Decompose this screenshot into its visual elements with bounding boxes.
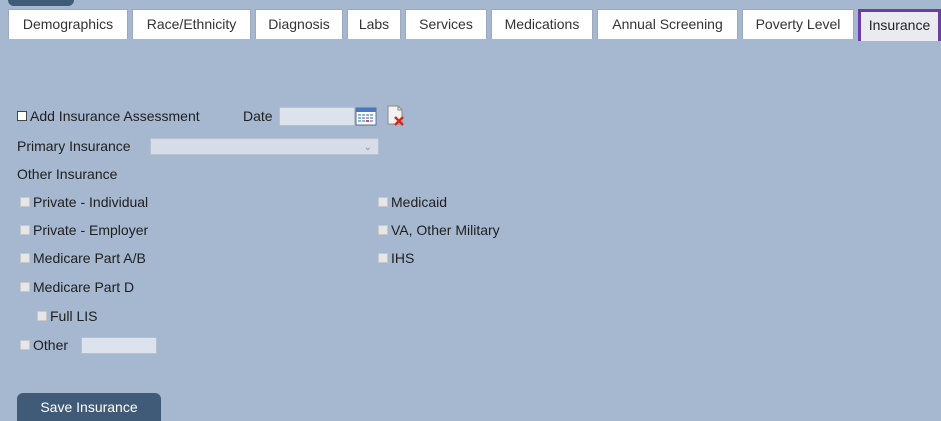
medicare-ab-checkbox[interactable] [20,253,30,264]
tab-race-ethnicity[interactable]: Race/Ethnicity [132,9,251,39]
other-checkbox[interactable] [20,340,30,351]
medicaid-checkbox[interactable] [378,197,388,208]
add-assessment-row: Add Insurance Assessment [17,106,200,126]
tab-bar: Demographics Race/Ethnicity Diagnosis La… [0,0,941,41]
tab-insurance[interactable]: Insurance [858,9,941,41]
other-insurance-input[interactable] [81,337,157,354]
save-insurance-button[interactable]: Save Insurance [17,393,161,421]
date-label: Date [243,108,273,124]
option-va-military: VA, Other Military [378,220,500,240]
option-private-individual: Private - Individual [20,192,148,212]
primary-insurance-select[interactable]: ⌄ [150,138,379,155]
add-assessment-label: Add Insurance Assessment [30,108,200,124]
option-ihs: IHS [378,248,414,268]
full-lis-checkbox[interactable] [37,311,47,322]
option-private-employer: Private - Employer [20,220,148,240]
primary-insurance-label: Primary Insurance [17,138,131,154]
private-individual-checkbox[interactable] [20,197,30,208]
tab-services[interactable]: Services [405,9,487,39]
tab-demographics[interactable]: Demographics [8,9,128,39]
other-insurance-label: Other Insurance [17,166,118,182]
medicare-d-checkbox[interactable] [20,282,30,293]
tab-poverty-level[interactable]: Poverty Level [742,9,854,39]
tab-bar-accent [8,0,74,6]
option-medicaid: Medicaid [378,192,447,212]
tab-annual-screening[interactable]: Annual Screening [597,9,738,39]
tab-labs[interactable]: Labs [347,9,401,39]
calendar-icon[interactable] [355,106,377,126]
clear-date-icon[interactable] [385,104,407,128]
option-full-lis: Full LIS [37,306,97,326]
chevron-down-icon: ⌄ [363,142,372,153]
date-input[interactable] [279,107,355,126]
option-medicare-d: Medicare Part D [20,277,134,297]
va-military-checkbox[interactable] [378,225,388,236]
option-medicare-ab: Medicare Part A/B [20,248,146,268]
tab-medications[interactable]: Medications [491,9,593,39]
add-assessment-checkbox[interactable] [17,111,27,122]
private-employer-checkbox[interactable] [20,225,30,236]
ihs-checkbox[interactable] [378,253,388,264]
option-other: Other [20,335,68,355]
tab-diagnosis[interactable]: Diagnosis [255,9,343,39]
